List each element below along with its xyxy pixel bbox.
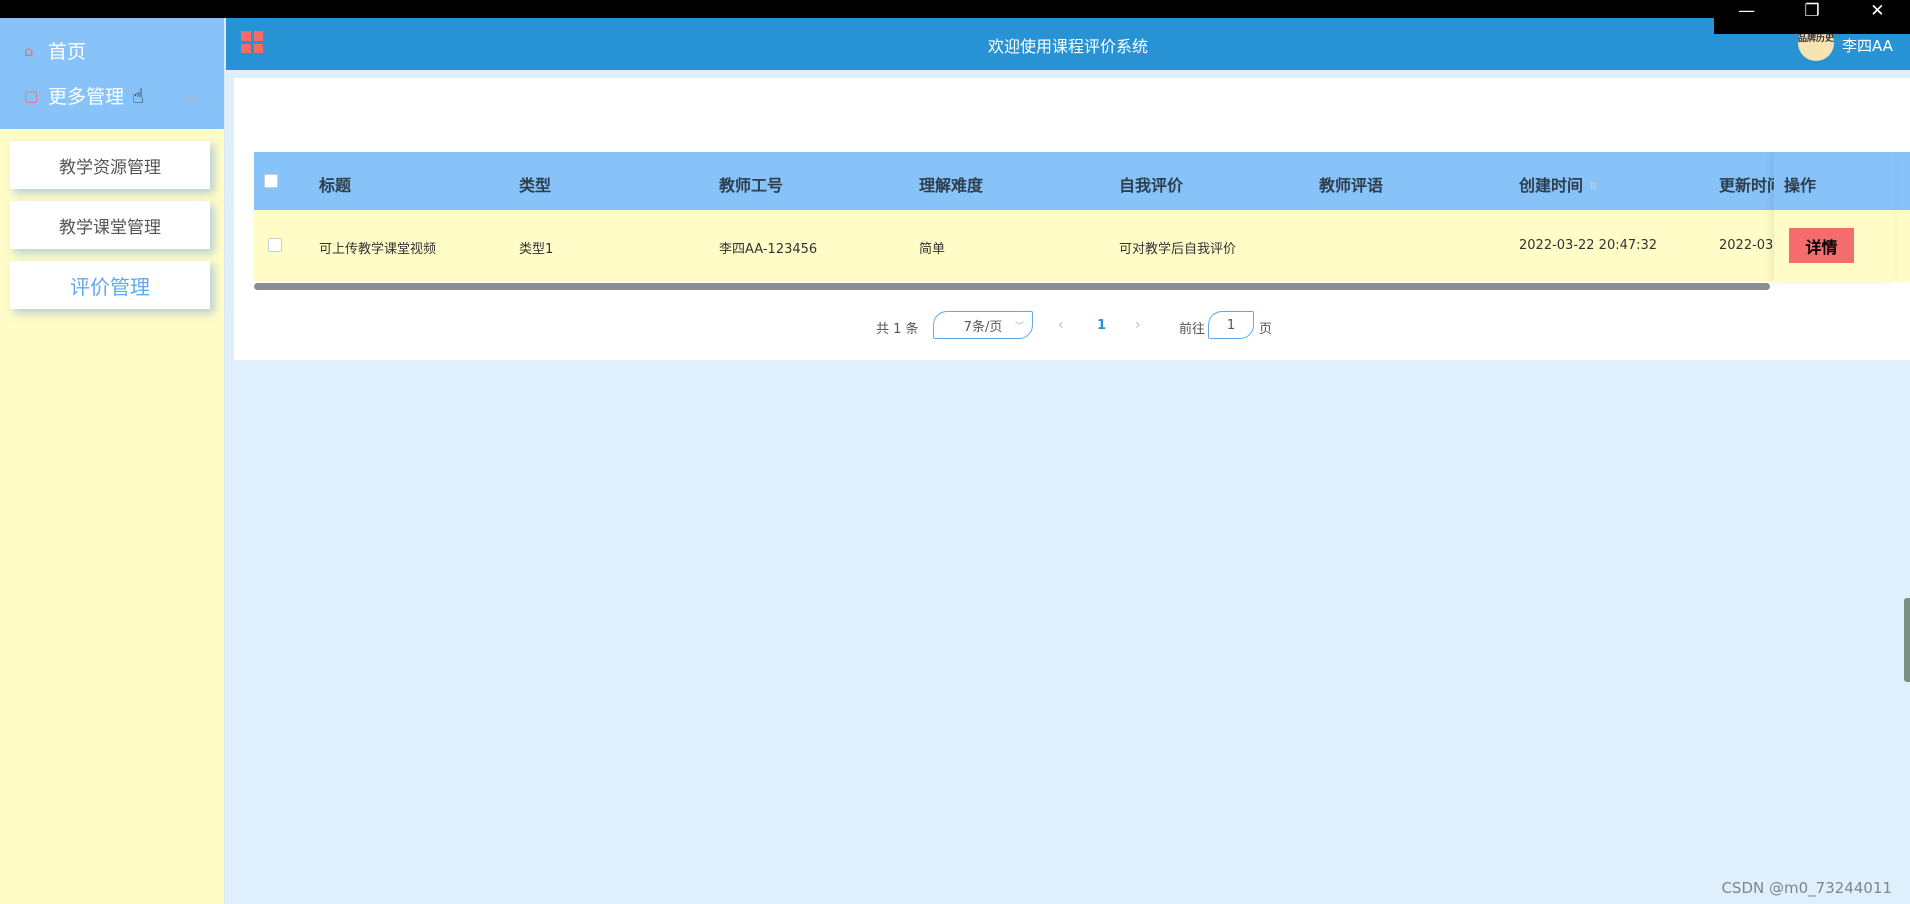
operation-column: 操作 详情 (1774, 152, 1894, 282)
submenu-item-evaluation[interactable]: 评价管理 (10, 261, 210, 309)
cell-teacher-id: 李四AA-123456 (719, 242, 818, 257)
sidebar-item-label: 更多管理 (48, 86, 125, 108)
page-number-current[interactable]: 1 (1097, 318, 1106, 333)
sidebar: ⌂ 首页 ▢ 更多管理 ☝ ︿ 教学资源管理 教学课堂管理 评价管理 (0, 18, 225, 904)
hand-cursor-icon: ☝ (132, 83, 145, 108)
document-icon: ▢ (24, 86, 39, 105)
minimize-icon[interactable]: — (1714, 0, 1779, 34)
next-page-icon[interactable]: › (1135, 317, 1141, 333)
submenu-item-teaching-classroom[interactable]: 教学课堂管理 (10, 201, 210, 249)
detail-button[interactable]: 详情 (1789, 228, 1854, 263)
pagination: 共 1 条 7条/页 ﹀ ‹ 1 › 前往 页 (234, 311, 1910, 341)
page-title: 欢迎使用课程评价系统 (987, 37, 1148, 56)
horizontal-scrollbar[interactable] (254, 283, 1770, 290)
sort-icon[interactable]: ⇅ (1589, 181, 1597, 192)
operation-cell: 详情 (1774, 210, 1894, 282)
home-icon: ⌂ (24, 41, 34, 60)
page-size-value: 7条/页 (963, 319, 1003, 335)
page-size-select[interactable]: 7条/页 ﹀ (933, 311, 1033, 339)
pagination-total: 共 1 条 (876, 322, 919, 337)
watermark: CSDN @m0_73244011 (1721, 879, 1892, 897)
sidebar-menu: ⌂ 首页 ▢ 更多管理 ☝ ︿ (0, 18, 224, 129)
column-header-teacher-id: 教师工号 (719, 176, 784, 195)
column-header-difficulty: 理解难度 (919, 176, 984, 195)
goto-label: 前往 (1179, 322, 1206, 337)
sidebar-item-more-management[interactable]: ▢ 更多管理 ☝ ︿ (0, 73, 224, 118)
table-header: 标题 类型 教师工号 理解难度 自我评价 教师评语 创建时间 ⇅ 更新时间 (254, 152, 1910, 210)
column-header-created[interactable]: 创建时间 ⇅ (1519, 172, 1597, 196)
column-header-teacher-comment: 教师评语 (1319, 176, 1384, 195)
window-controls: — ❐ ✕ (1714, 0, 1910, 34)
chevron-down-icon: ﹀ (1014, 321, 1024, 332)
prev-page-icon[interactable]: ‹ (1058, 317, 1064, 333)
cell-created: 2022-03-22 20:47:32 (1519, 238, 1658, 253)
table-row: 可上传教学课堂视频 类型1 李四AA-123456 简单 可对教学后自我评价 2… (254, 210, 1910, 282)
select-all-checkbox[interactable] (264, 174, 278, 188)
restore-icon[interactable]: ❐ (1779, 0, 1844, 34)
column-header-title: 标题 (319, 176, 352, 195)
close-icon[interactable]: ✕ (1845, 0, 1910, 34)
column-header-type: 类型 (519, 176, 552, 195)
vertical-scrollbar[interactable] (1904, 598, 1910, 682)
goto-page-input[interactable] (1208, 311, 1254, 339)
sidebar-item-label: 首页 (48, 41, 87, 63)
cell-self-eval: 可对教学后自我评价 (1119, 242, 1237, 257)
cell-difficulty: 简单 (919, 242, 946, 257)
page-suffix-label: 页 (1259, 322, 1273, 337)
column-header-created-label: 创建时间 (1519, 176, 1584, 195)
cell-title: 可上传教学课堂视频 (319, 242, 437, 257)
sidebar-item-home[interactable]: ⌂ 首页 (0, 28, 224, 73)
user-name[interactable]: 李四AA (1842, 35, 1893, 56)
chevron-up-icon[interactable]: ︿ (183, 85, 198, 106)
column-header-self-eval: 自我评价 (1119, 176, 1184, 195)
submenu-item-teaching-resources[interactable]: 教学资源管理 (10, 141, 210, 189)
top-header: 欢迎使用课程评价系统 品牌历史 李四AA (226, 18, 1910, 70)
cell-updated: 2022-03- (1719, 238, 1779, 253)
row-checkbox[interactable] (268, 238, 282, 252)
column-header-operation: 操作 (1774, 152, 1894, 210)
submenu: 教学资源管理 教学课堂管理 评价管理 (0, 129, 224, 309)
data-table: 标题 类型 教师工号 理解难度 自我评价 教师评语 创建时间 ⇅ 更新时间 可上传… (254, 152, 1910, 288)
content-panel: 标题 类型 教师工号 理解难度 自我评价 教师评语 创建时间 ⇅ 更新时间 可上传… (234, 78, 1910, 360)
cell-type: 类型1 (519, 242, 554, 257)
os-title-bar (0, 0, 1910, 18)
